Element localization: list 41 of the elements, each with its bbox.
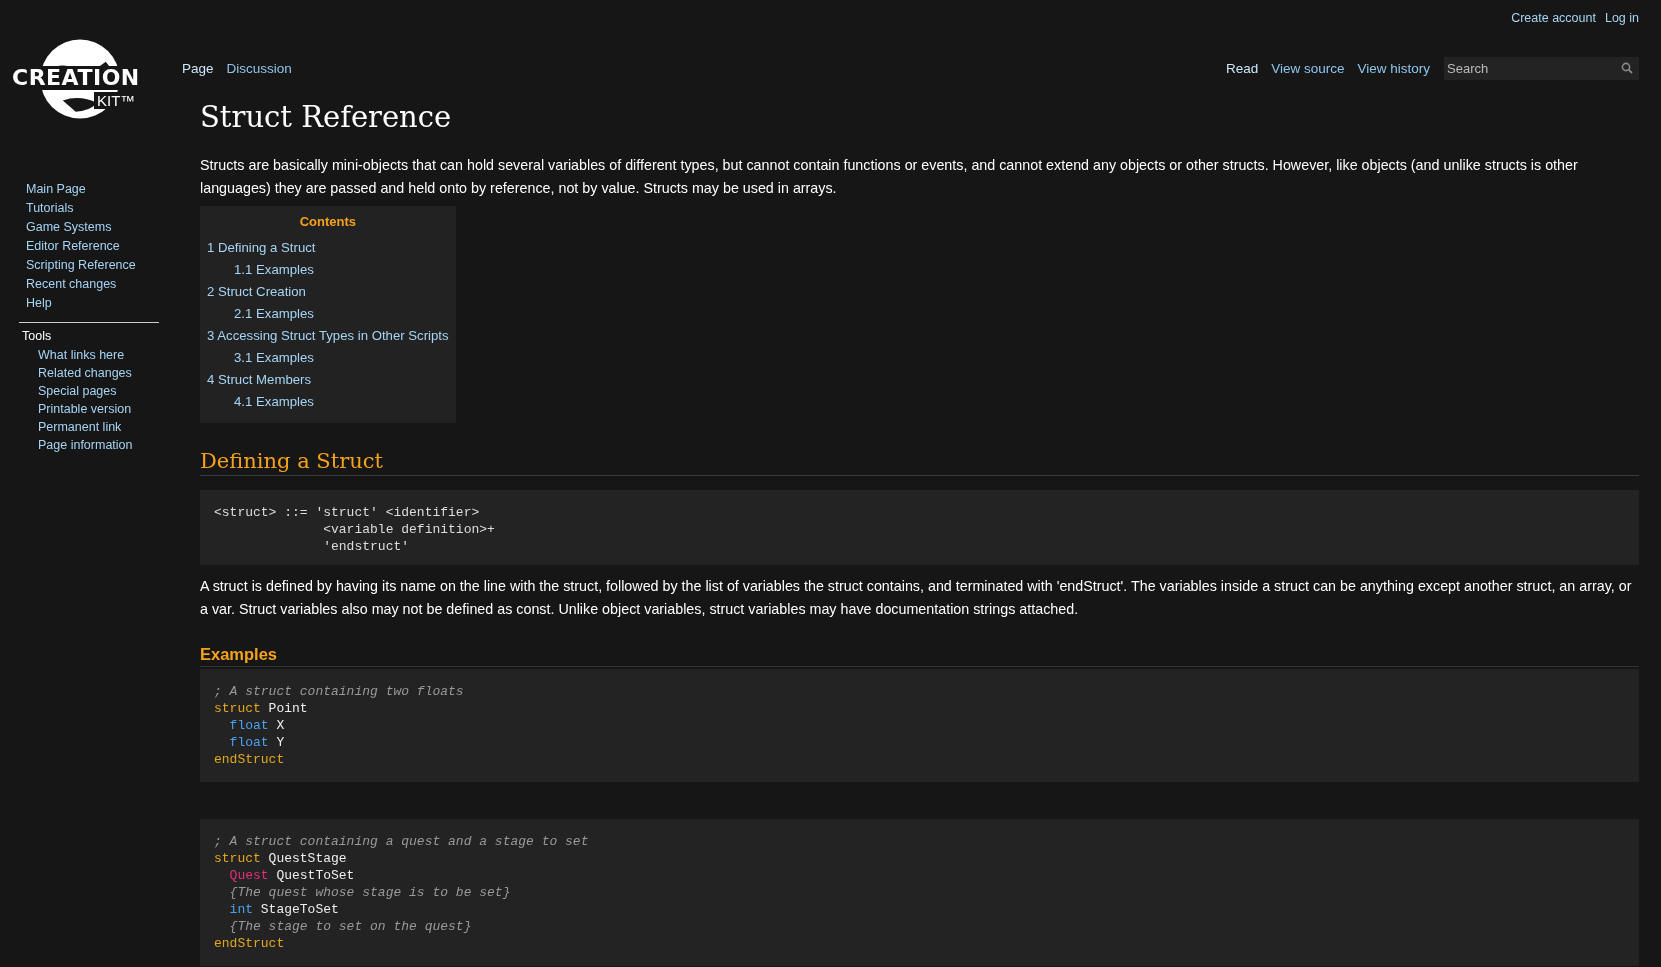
section-heading: Defining a Struct bbox=[200, 449, 1639, 476]
toc-link[interactable]: 4.1 Examples bbox=[234, 391, 314, 413]
subsection-heading: Examples bbox=[200, 645, 1639, 667]
code-block: ; A struct containing two floats struct Point float X float Y endStruct bbox=[200, 669, 1639, 782]
sidebar-link[interactable]: Printable version bbox=[38, 402, 132, 416]
portlet-heading: Tools bbox=[22, 329, 53, 343]
sidebar-link[interactable]: Scripting Reference bbox=[26, 258, 136, 272]
view-tab[interactable]: Read bbox=[1225, 61, 1259, 76]
view-tab[interactable]: View source bbox=[1271, 61, 1345, 76]
personal-link[interactable]: Create account bbox=[1511, 11, 1596, 29]
sidebar-link[interactable]: Permanent link bbox=[38, 420, 122, 434]
sidebar-link[interactable]: Help bbox=[26, 296, 52, 310]
toc-link[interactable]: 4 Struct Members bbox=[207, 369, 312, 391]
search-icon[interactable] bbox=[1621, 62, 1633, 74]
sidebar-link[interactable]: Recent changes bbox=[26, 277, 117, 291]
intro-paragraph: Structs are basically mini-objects that can hold several variables of different types, but cannot contain functions or events, and cannot extend any objects or other structs. However, like objects (and unlike structs is other languages) they are passed and held onto by reference, not by value. Structs may be used in arrays. bbox=[200, 156, 1579, 198]
sidebar-link[interactable]: Editor Reference bbox=[26, 239, 120, 253]
page-tab[interactable]: Page bbox=[182, 61, 214, 76]
sidebar-link[interactable]: Tutorials bbox=[26, 201, 74, 215]
sidebar-link[interactable]: Related changes bbox=[38, 366, 132, 380]
code-block: ; A struct containing a quest and a stage to set struct QuestStage Quest QuestToSet {The quest whose stage is to be set} int StageToSet {The stage to set on the quest} endStruct bbox=[200, 819, 1639, 966]
code-block: <struct> ::= 'struct' <identifier> <variable definition>+ 'endstruct' bbox=[200, 490, 1639, 565]
body-paragraph: A struct is defined by having its name on the line with the struct, followed by the list of variables the struct contains, and terminated with 'endStruct'. The variables inside a struct can be anything except another struct, an array, or a var. Struct variables also may not be defined as const. Unlike object variables, struct variables may have documentation strings attached. bbox=[200, 577, 1633, 619]
toc-link[interactable]: 1.1 Examples bbox=[234, 259, 314, 281]
toc-link[interactable]: 1 Defining a Struct bbox=[207, 237, 316, 259]
toc-link[interactable]: 3.1 Examples bbox=[234, 347, 314, 369]
sidebar-link[interactable]: What links here bbox=[38, 348, 125, 362]
logo[interactable]: CREATION KIT™ bbox=[10, 36, 170, 132]
sidebar-link[interactable]: Game Systems bbox=[26, 220, 112, 234]
search-field[interactable]: Search bbox=[1444, 57, 1639, 80]
toc-link[interactable]: 2.1 Examples bbox=[234, 303, 314, 325]
toc-link[interactable]: 2 Struct Creation bbox=[207, 281, 306, 303]
personal-link[interactable]: Log in bbox=[1604, 11, 1639, 29]
sidebar-link[interactable]: Special pages bbox=[38, 384, 117, 398]
sidebar-link[interactable]: Main Page bbox=[26, 182, 86, 196]
page-tab[interactable]: Discussion bbox=[226, 61, 292, 76]
view-tab[interactable]: View history bbox=[1357, 61, 1430, 76]
page-title: Struct Reference bbox=[200, 100, 453, 134]
toc-link[interactable]: 3 Accessing Struct Types in Other Scripts bbox=[207, 325, 449, 347]
toc-heading: Contents bbox=[298, 214, 357, 229]
sidebar-link[interactable]: Page information bbox=[38, 438, 133, 452]
